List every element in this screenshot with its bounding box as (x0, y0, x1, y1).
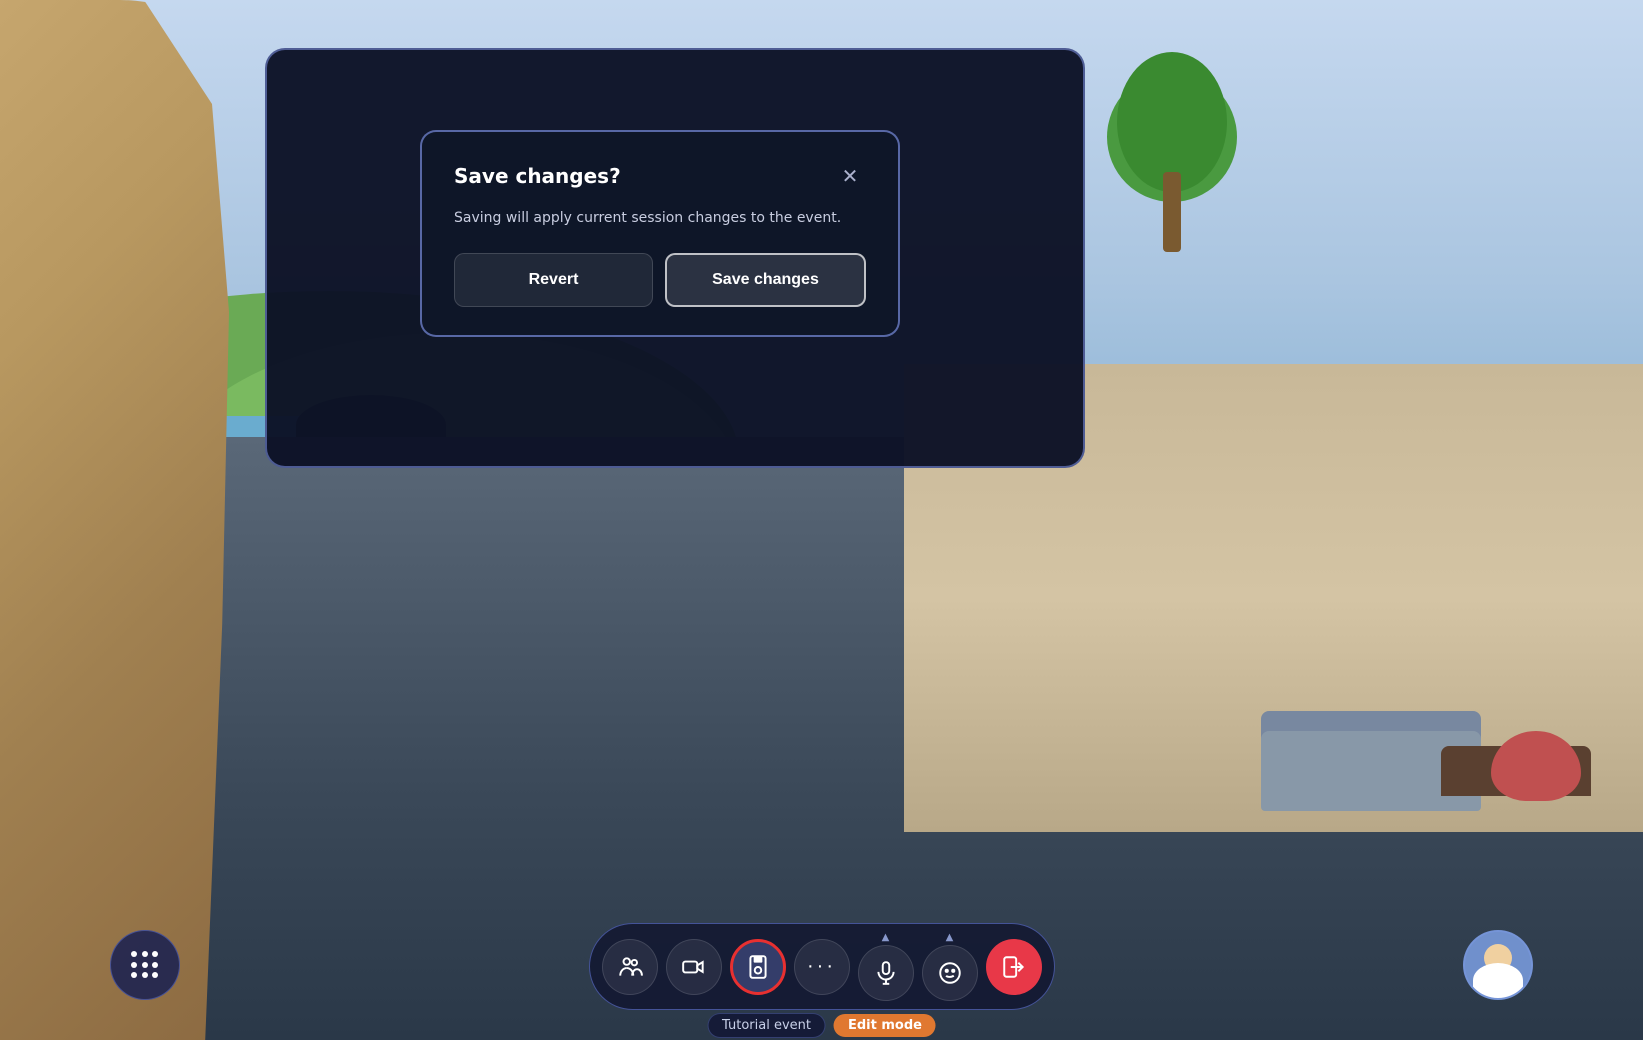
more-button[interactable]: ··· (794, 939, 850, 995)
people-icon (617, 954, 643, 980)
dialog-buttons: Revert Save changes (454, 253, 866, 307)
avatar-body (1473, 963, 1523, 998)
leave-icon (1001, 954, 1027, 980)
more-dots-icon: ··· (807, 955, 836, 978)
emoji-button[interactable] (922, 945, 978, 1001)
left-nav-button[interactable] (110, 930, 180, 1000)
save-record-button[interactable] (730, 939, 786, 995)
mic-icon (873, 960, 899, 986)
dot (152, 962, 158, 968)
tree (1112, 52, 1232, 252)
dot (142, 951, 148, 957)
close-button[interactable]: ✕ (834, 160, 866, 192)
leave-button[interactable] (986, 939, 1042, 995)
emoji-icon (937, 960, 963, 986)
save-changes-button[interactable]: Save changes (665, 253, 866, 307)
dot (152, 972, 158, 978)
bottom-toolbar: ··· ▲ ▲ (589, 923, 1055, 1010)
mic-button[interactable] (858, 945, 914, 1001)
event-label: Tutorial event (707, 1013, 826, 1038)
dialog-header: Save changes? ✕ (454, 160, 866, 192)
grid-icon (131, 951, 159, 979)
save-dialog: Save changes? ✕ Saving will apply curren… (420, 130, 900, 337)
revert-button[interactable]: Revert (454, 253, 653, 307)
mic-chevron-icon: ▲ (882, 932, 890, 943)
emoji-group: ▲ (922, 932, 978, 1001)
save-icon (745, 954, 771, 980)
toolbar-container: ··· ▲ ▲ (589, 923, 1055, 1010)
video-button[interactable] (666, 939, 722, 995)
dot (142, 972, 148, 978)
dot (131, 962, 137, 968)
dot (152, 951, 158, 957)
mic-group: ▲ (858, 932, 914, 1001)
video-icon (681, 954, 707, 980)
tree-trunk (1163, 172, 1181, 252)
dot (142, 962, 148, 968)
furniture-group (1261, 691, 1561, 811)
toolbar-labels: Tutorial event Edit mode (707, 1013, 936, 1038)
people-button[interactable] (602, 939, 658, 995)
dialog-title: Save changes? (454, 164, 621, 188)
avatar-button[interactable] (1463, 930, 1533, 1000)
dot (131, 972, 137, 978)
dot (131, 951, 137, 957)
dialog-description: Saving will apply current session change… (454, 208, 866, 229)
edit-mode-label: Edit mode (834, 1014, 936, 1037)
emoji-chevron-icon: ▲ (946, 932, 954, 943)
tree-foliage-inner (1117, 52, 1227, 192)
